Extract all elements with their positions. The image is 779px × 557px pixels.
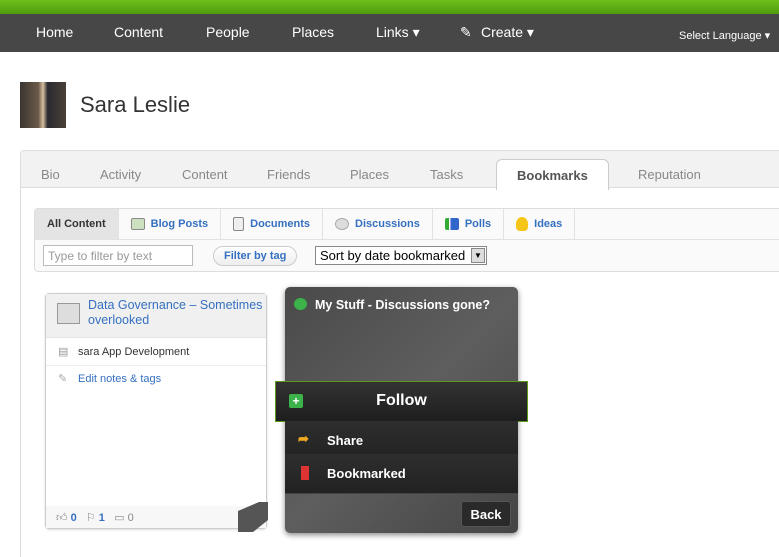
share-arrow-icon: ➦ [298, 431, 309, 446]
label: Polls [464, 218, 492, 230]
tab-activity[interactable]: Activity [100, 167, 141, 182]
sort-value: Sort by date bookmarked [320, 248, 466, 263]
label: All Content [47, 218, 106, 230]
bookmark-count[interactable]: 1 [99, 512, 105, 524]
edit-notes-link[interactable]: Edit notes & tags [78, 373, 161, 385]
comment-icon: ▭ [114, 512, 125, 524]
bookmark-ribbon-icon [301, 466, 309, 480]
filter-text-input[interactable]: Type to filter by text [43, 245, 193, 266]
bookmarked-button[interactable]: Bookmarked [285, 454, 518, 494]
like-count[interactable]: 0 [71, 512, 77, 524]
label: Discussions [355, 218, 420, 230]
plus-icon: + [289, 394, 303, 408]
label: Documents [250, 218, 311, 230]
like-icon: 👍︎ [56, 512, 68, 524]
card-stats: 👍︎ 0 ⚐ 1 ▭ 0 [46, 506, 266, 528]
chevron-down-icon[interactable]: ▼ [471, 248, 485, 263]
nav-home[interactable]: Home [36, 24, 73, 40]
tab-bio[interactable]: Bio [41, 167, 60, 182]
label: Blog Posts [150, 218, 209, 230]
subtab-discussions[interactable]: Discussions [323, 209, 433, 239]
tab-tasks[interactable]: Tasks [430, 167, 463, 182]
tab-places[interactable]: Places [350, 167, 389, 182]
subtab-ideas[interactable]: Ideas [504, 209, 576, 239]
profile-name: Sara Leslie [80, 92, 191, 117]
back-button[interactable]: Back [461, 501, 511, 527]
brand-bar [0, 0, 779, 14]
blog-post-icon [57, 303, 80, 324]
language-select[interactable]: Select Language ▾ [679, 29, 770, 42]
label: Share [327, 433, 364, 448]
nav-content[interactable]: Content [114, 24, 163, 40]
top-nav: Home Content People Places Links ▾ ✎ Cre… [0, 14, 779, 52]
subtab-documents[interactable]: Documents [221, 209, 324, 239]
tab-bookmarks[interactable]: Bookmarks [496, 159, 609, 190]
tab-content[interactable]: Content [182, 167, 228, 182]
discussion-icon [294, 298, 307, 310]
tab-friends[interactable]: Friends [267, 167, 310, 182]
nav-links[interactable]: Links ▾ [376, 24, 420, 41]
comment-count: 0 [127, 512, 134, 524]
subtab-all-content[interactable]: All Content [35, 209, 119, 239]
content-filter-box: All Content Blog Posts Documents Discuss… [34, 208, 779, 272]
label: Follow [376, 392, 427, 409]
blog-icon [130, 218, 145, 230]
label: Ideas [534, 218, 563, 230]
bookmark-card: Data Governance – Sometimes overlooked ▤… [45, 293, 267, 529]
document-icon: ▤ [58, 346, 69, 358]
subtab-blog-posts[interactable]: Blog Posts [119, 209, 222, 239]
card-place: sara App Development [78, 346, 190, 358]
filter-by-tag-button[interactable]: Filter by tag [213, 246, 298, 266]
nav-places[interactable]: Places [292, 24, 334, 40]
pencil-icon: ✎ [58, 373, 68, 385]
poll-icon [444, 218, 459, 230]
card-title-link[interactable]: Data Governance – Sometimes overlooked [88, 298, 266, 328]
discussion-icon [335, 218, 350, 230]
sort-select[interactable]: Sort by date bookmarked ▼ [315, 246, 487, 265]
nav-create[interactable]: Create ▾ [481, 24, 534, 41]
document-icon [233, 217, 245, 231]
profile-tabs: Bio Activity Content Friends Places Task… [20, 150, 779, 190]
label: Bookmarked [327, 466, 406, 481]
subtab-polls[interactable]: Polls [433, 209, 505, 239]
menu-card-title: My Stuff - Discussions gone? [315, 298, 491, 312]
lightbulb-icon [516, 217, 529, 231]
tab-reputation[interactable]: Reputation [638, 167, 701, 182]
nav-people[interactable]: People [206, 24, 250, 40]
pencil-icon: ✎ [460, 24, 472, 40]
follow-button[interactable]: + Follow [275, 381, 528, 422]
bookmark-icon: ⚐ [85, 512, 96, 524]
avatar[interactable] [20, 82, 66, 128]
